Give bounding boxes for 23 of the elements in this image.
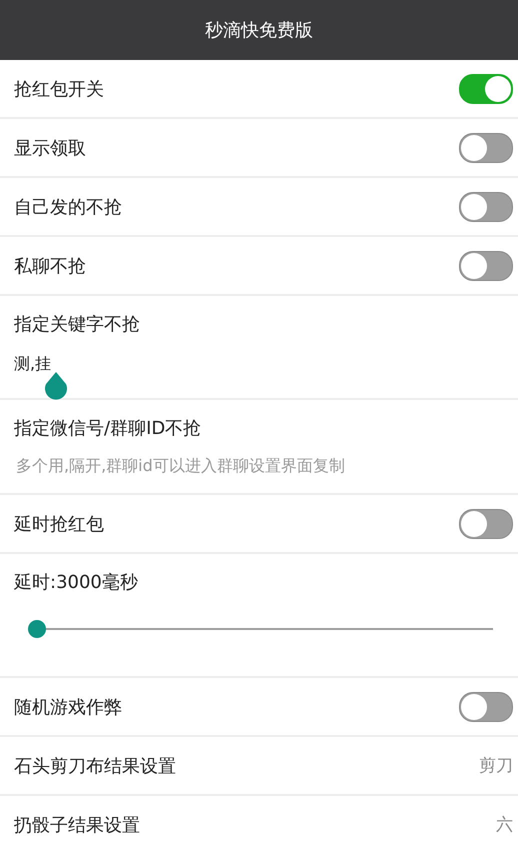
setting-label: 显示领取 [14,136,86,160]
setting-label: 随机游戏作弊 [14,696,122,718]
toggle-switch[interactable] [459,74,513,104]
setting-label: 抢红包开关 [14,78,104,100]
cursor-handle-icon[interactable] [44,372,68,400]
setting-label: 自己发的不抢 [14,196,122,218]
toggle-switch[interactable] [459,250,513,280]
setting-label: 石头剪刀布结果设置 [14,754,176,778]
toggle-switch[interactable] [459,692,513,722]
header-title: 秒滴快免费版 [205,19,313,42]
setting-label: 延时抢红包 [14,512,104,536]
setting-value[interactable]: 剪刀 [479,754,513,777]
setting-label: 指定微信号/群聊ID不抢 [14,417,202,440]
keyword-input-field[interactable]: 测,挂 [14,354,52,373]
toggle-switch[interactable] [459,508,513,538]
setting-label: 延时:3000毫秒 [14,571,138,594]
slider-thumb[interactable] [28,620,46,638]
toggle-switch[interactable] [459,192,513,222]
setting-label: 指定关键字不抢 [14,313,140,336]
setting-label: 扔骰子结果设置 [14,814,140,836]
setting-label: 私聊不抢 [14,254,86,278]
setting-value[interactable]: 六 [496,813,513,836]
toggle-switch[interactable] [459,132,513,162]
